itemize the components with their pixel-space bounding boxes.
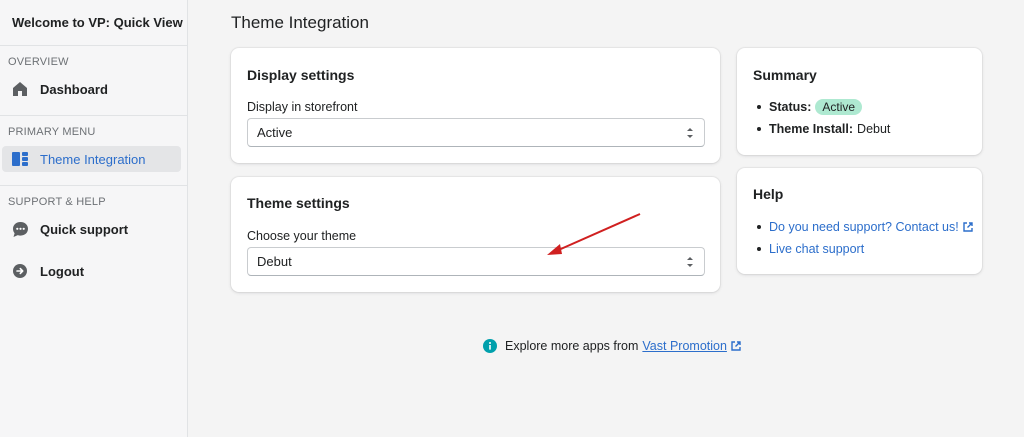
footer-text: Explore more apps from (505, 339, 639, 353)
section-title-support: SUPPORT & HELP (8, 196, 106, 208)
select-arrows-icon (687, 128, 693, 138)
sidebar-item-label: Dashboard (40, 81, 108, 97)
sidebar-item-label: Logout (40, 263, 85, 279)
display-storefront-label: Display in storefront (247, 100, 358, 114)
vast-promotion-link[interactable]: Vast Promotion (642, 339, 727, 353)
logout-icon (10, 261, 30, 281)
summary-list: Status: Active Theme Install: Debut (737, 96, 890, 140)
sidebar-item-dashboard[interactable]: Dashboard (2, 76, 181, 102)
sidebar-item-label: Quick support (40, 221, 129, 237)
theme-install-value: Debut (857, 122, 891, 136)
bullet (757, 105, 761, 109)
sidebar-section-overview: OVERVIEW Dashboard (0, 46, 187, 116)
theme-install-label: Theme Install: (769, 122, 854, 136)
summary-card: Summary Status: Active Theme Install: De… (737, 48, 982, 155)
section-title-primary: PRIMARY MENU (8, 126, 96, 138)
app-title: Welcome to VP: Quick View (0, 0, 187, 46)
select-arrows-icon (687, 257, 693, 267)
external-link-icon (963, 222, 973, 232)
sidebar-item-quick-support[interactable]: Quick support (2, 216, 181, 242)
home-icon (10, 79, 30, 99)
choose-theme-value: Debut (257, 254, 292, 269)
contact-us-link[interactable]: Do you need support? Contact us! (769, 220, 959, 234)
help-heading: Help (753, 186, 784, 202)
display-settings-card: Display settings Display in storefront A… (231, 48, 720, 163)
help-item-contact: Do you need support? Contact us! (737, 216, 973, 238)
status-badge: Active (815, 99, 863, 115)
chat-icon (10, 219, 30, 239)
help-item-live-chat: Live chat support (737, 238, 973, 260)
help-card: Help Do you need support? Contact us! Li… (737, 168, 982, 274)
sidebar-item-theme-integration[interactable]: Theme Integration (2, 146, 181, 172)
info-icon (483, 339, 497, 353)
sidebar-item-logout[interactable]: Logout (2, 258, 181, 284)
summary-heading: Summary (753, 67, 817, 83)
display-settings-heading: Display settings (247, 67, 355, 83)
status-label: Status: (769, 100, 812, 114)
theme-settings-heading: Theme settings (247, 195, 350, 211)
annotation-arrow-icon (547, 213, 641, 255)
bullet (757, 247, 761, 251)
help-list: Do you need support? Contact us! Live ch… (737, 216, 973, 260)
sidebar-section-support: SUPPORT & HELP Quick support Logout (0, 186, 187, 310)
bullet (757, 127, 761, 131)
page-title: Theme Integration (231, 13, 369, 32)
summary-theme-install-item: Theme Install: Debut (737, 118, 890, 140)
external-link-icon (731, 341, 741, 351)
summary-status-item: Status: Active (737, 96, 890, 118)
display-storefront-select[interactable]: Active (247, 118, 705, 147)
bullet (757, 225, 761, 229)
footer-explore: Explore more apps from Vast Promotion (483, 339, 741, 353)
layout-icon (10, 149, 30, 169)
choose-theme-label: Choose your theme (247, 229, 357, 243)
sidebar: Welcome to VP: Quick View OVERVIEW Dashb… (0, 0, 188, 437)
sidebar-section-primary: PRIMARY MENU Theme Integration (0, 116, 187, 186)
display-storefront-value: Active (257, 125, 293, 140)
live-chat-link[interactable]: Live chat support (769, 242, 864, 256)
section-title-overview: OVERVIEW (8, 56, 69, 68)
sidebar-item-label: Theme Integration (40, 151, 146, 167)
